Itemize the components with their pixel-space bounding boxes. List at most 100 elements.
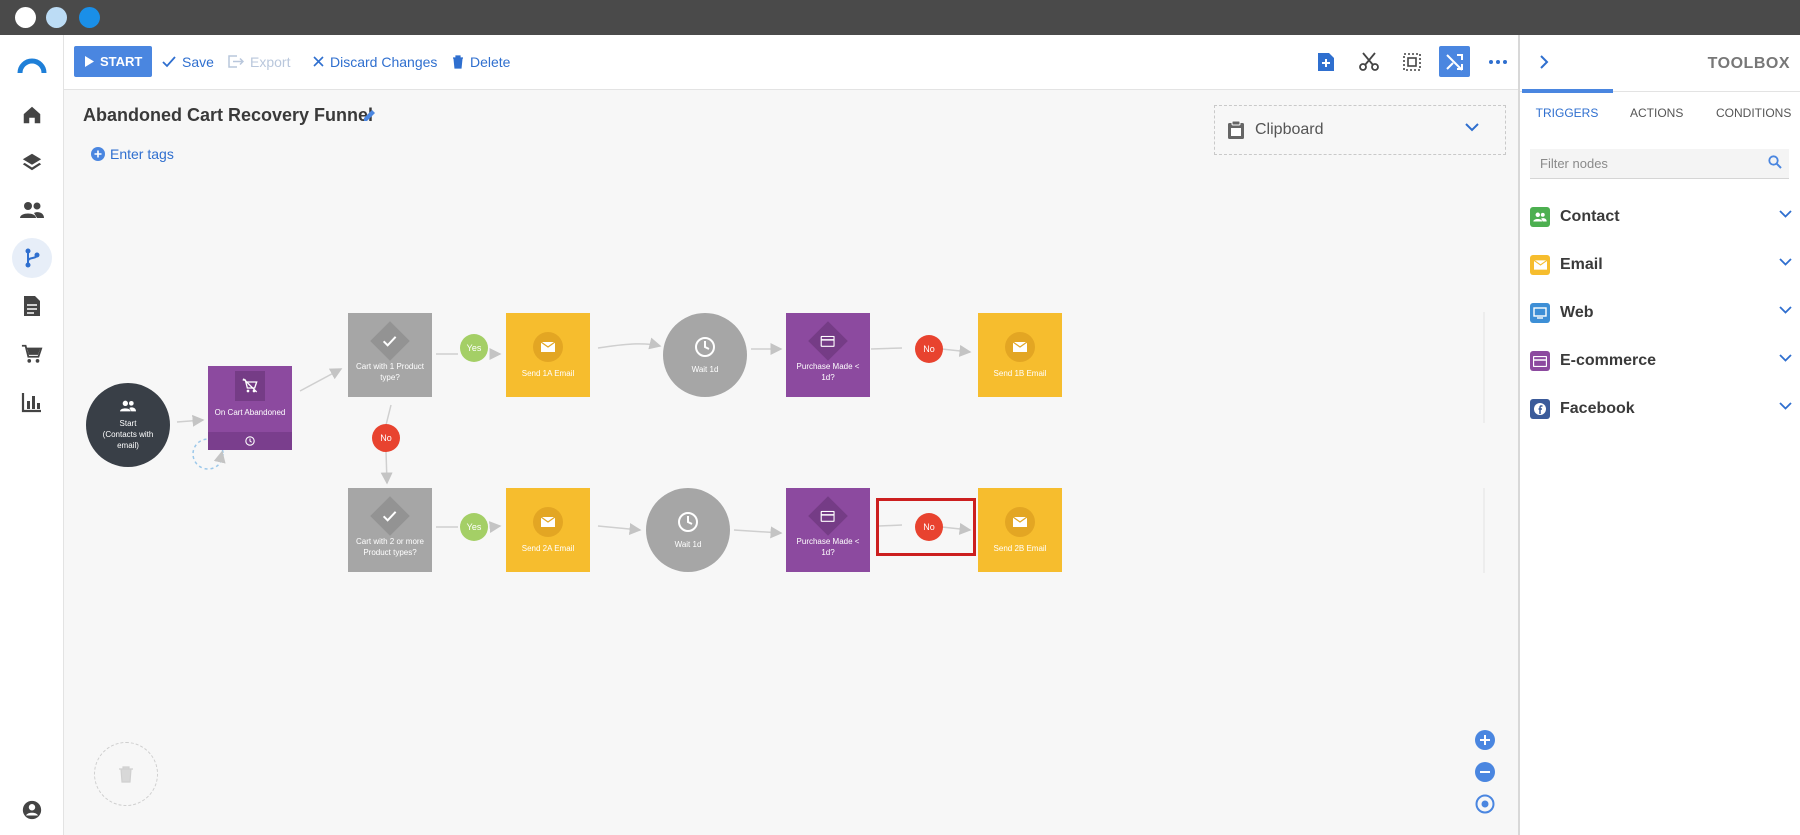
delete-button-label: Delete bbox=[470, 53, 511, 70]
yes-branch-badge: Yes bbox=[460, 334, 488, 362]
add-node-icon[interactable] bbox=[1310, 46, 1341, 77]
chevron-down-icon bbox=[1779, 354, 1792, 362]
clock-icon bbox=[695, 336, 715, 357]
purchase-2-label: Purchase Made < 1d? bbox=[796, 537, 860, 557]
tab-actions[interactable]: ACTIONS bbox=[1630, 106, 1683, 120]
category-contact-label: Contact bbox=[1560, 208, 1620, 225]
toolbox-title: TOOLBOX bbox=[1707, 55, 1790, 72]
layers-icon[interactable] bbox=[12, 142, 52, 182]
clock-icon bbox=[208, 432, 292, 450]
start-button-label: START bbox=[100, 54, 143, 69]
window-minimize-dot[interactable] bbox=[46, 7, 67, 28]
flow-canvas[interactable]: Abandoned Cart Recovery Funnel Enter tag… bbox=[64, 90, 1518, 835]
chevron-down-icon bbox=[1779, 258, 1792, 266]
envelope-icon bbox=[1005, 506, 1035, 537]
export-button[interactable]: Export bbox=[228, 46, 290, 77]
save-button-label: Save bbox=[182, 53, 214, 70]
auto-arrange-icon[interactable] bbox=[1439, 46, 1470, 77]
purchase-1-label: Purchase Made < 1d? bbox=[796, 362, 860, 382]
select-area-icon[interactable] bbox=[1396, 46, 1427, 77]
window-close-dot[interactable] bbox=[15, 7, 36, 28]
category-contact[interactable]: Contact bbox=[1530, 202, 1792, 232]
export-icon bbox=[228, 55, 244, 68]
no-branch-badge: No bbox=[915, 335, 943, 363]
wait-node-1[interactable]: Wait 1d bbox=[663, 313, 747, 397]
category-facebook[interactable]: Facebook bbox=[1530, 394, 1792, 424]
tab-conditions[interactable]: CONDITIONS bbox=[1716, 106, 1791, 120]
search-icon bbox=[1768, 155, 1782, 174]
category-email[interactable]: Email bbox=[1530, 250, 1792, 280]
play-icon bbox=[85, 56, 94, 67]
check-icon bbox=[370, 321, 410, 361]
collapse-toolbox-icon[interactable] bbox=[1540, 55, 1549, 74]
wait-2-label: Wait 1d bbox=[674, 539, 702, 549]
user-account-icon[interactable] bbox=[12, 790, 52, 830]
send-1a-email-label: Send 1A Email bbox=[521, 368, 575, 378]
save-button[interactable]: Save bbox=[162, 46, 214, 77]
delete-button[interactable]: Delete bbox=[452, 46, 510, 77]
cart-abandoned-trigger-node[interactable]: On Cart Abandoned bbox=[208, 366, 292, 450]
condition-1-label: Cart with 1 Product type? bbox=[355, 362, 425, 382]
window-maximize-dot[interactable] bbox=[79, 7, 100, 28]
wait-node-2[interactable]: Wait 1d bbox=[646, 488, 730, 572]
start-node[interactable]: Start (Contacts with email) bbox=[86, 383, 170, 467]
wait-1-label: Wait 1d bbox=[691, 364, 719, 374]
cart-icon[interactable] bbox=[12, 334, 52, 374]
envelope-icon bbox=[1530, 255, 1550, 275]
send-2b-email-label: Send 2B Email bbox=[993, 543, 1047, 553]
window-titlebar bbox=[0, 0, 1800, 35]
zoom-in-icon[interactable] bbox=[1475, 730, 1495, 750]
condition-node-2-products[interactable]: Cart with 2 or more Product types? bbox=[348, 488, 432, 572]
discard-changes-label: Discard Changes bbox=[330, 53, 438, 70]
contacts-icon[interactable] bbox=[12, 190, 52, 230]
cart-off-icon bbox=[235, 371, 265, 401]
tab-triggers[interactable]: TRIGGERS bbox=[1524, 106, 1610, 120]
category-web[interactable]: Web bbox=[1530, 298, 1792, 328]
card-icon bbox=[1530, 351, 1550, 371]
purchase-condition-node-1[interactable]: Purchase Made < 1d? bbox=[786, 313, 870, 397]
toolbox-panel: TOOLBOX TRIGGERS ACTIONS CONDITIONS Cont… bbox=[1518, 35, 1800, 835]
send-2a-email-node[interactable]: Send 2A Email bbox=[506, 488, 590, 572]
check-icon bbox=[162, 55, 176, 67]
chevron-down-icon bbox=[1779, 402, 1792, 410]
zoom-out-icon[interactable] bbox=[1475, 762, 1495, 782]
category-facebook-label: Facebook bbox=[1560, 400, 1635, 417]
flow-connectors bbox=[176, 312, 1485, 573]
condition-node-1-product[interactable]: Cart with 1 Product type? bbox=[348, 313, 432, 397]
trash-icon bbox=[453, 54, 463, 69]
more-options-icon[interactable] bbox=[1482, 46, 1513, 77]
automations-icon[interactable] bbox=[12, 238, 52, 278]
monitor-icon bbox=[1530, 303, 1550, 323]
start-button[interactable]: START bbox=[74, 46, 153, 77]
discard-changes-button[interactable]: Discard Changes bbox=[313, 46, 437, 77]
recenter-icon[interactable] bbox=[1475, 794, 1495, 814]
send-1a-email-node[interactable]: Send 1A Email bbox=[506, 313, 590, 397]
selection-highlight bbox=[876, 498, 976, 556]
envelope-icon bbox=[533, 331, 563, 362]
category-web-label: Web bbox=[1560, 304, 1594, 321]
scissors-icon[interactable] bbox=[1353, 46, 1384, 77]
clock-icon bbox=[678, 511, 698, 532]
category-ecommerce-label: E-commerce bbox=[1560, 352, 1657, 369]
condition-2-label: Cart with 2 or more Product types? bbox=[355, 537, 425, 557]
yes-branch-badge: Yes bbox=[460, 513, 488, 541]
home-icon[interactable] bbox=[12, 95, 52, 135]
purchase-condition-node-2[interactable]: Purchase Made < 1d? bbox=[786, 488, 870, 572]
chevron-down-icon bbox=[1779, 210, 1792, 218]
close-icon bbox=[313, 56, 324, 67]
cart-abandoned-label: On Cart Abandoned bbox=[214, 408, 286, 417]
reports-icon[interactable] bbox=[12, 382, 52, 422]
category-ecommerce[interactable]: E-commerce bbox=[1530, 346, 1792, 376]
envelope-icon bbox=[533, 506, 563, 537]
no-branch-badge: No bbox=[372, 424, 400, 452]
filter-nodes-input[interactable] bbox=[1530, 149, 1789, 179]
logo-icon[interactable] bbox=[12, 45, 52, 85]
facebook-icon bbox=[1530, 399, 1550, 419]
send-2b-email-node[interactable]: Send 2B Email bbox=[978, 488, 1062, 572]
people-icon bbox=[1530, 207, 1550, 227]
credit-card-icon bbox=[808, 496, 848, 536]
send-1b-email-node[interactable]: Send 1B Email bbox=[978, 313, 1062, 397]
trash-drop-zone[interactable] bbox=[94, 742, 158, 806]
document-icon[interactable] bbox=[12, 286, 52, 326]
start-node-label: Start (Contacts with email) bbox=[102, 418, 154, 450]
